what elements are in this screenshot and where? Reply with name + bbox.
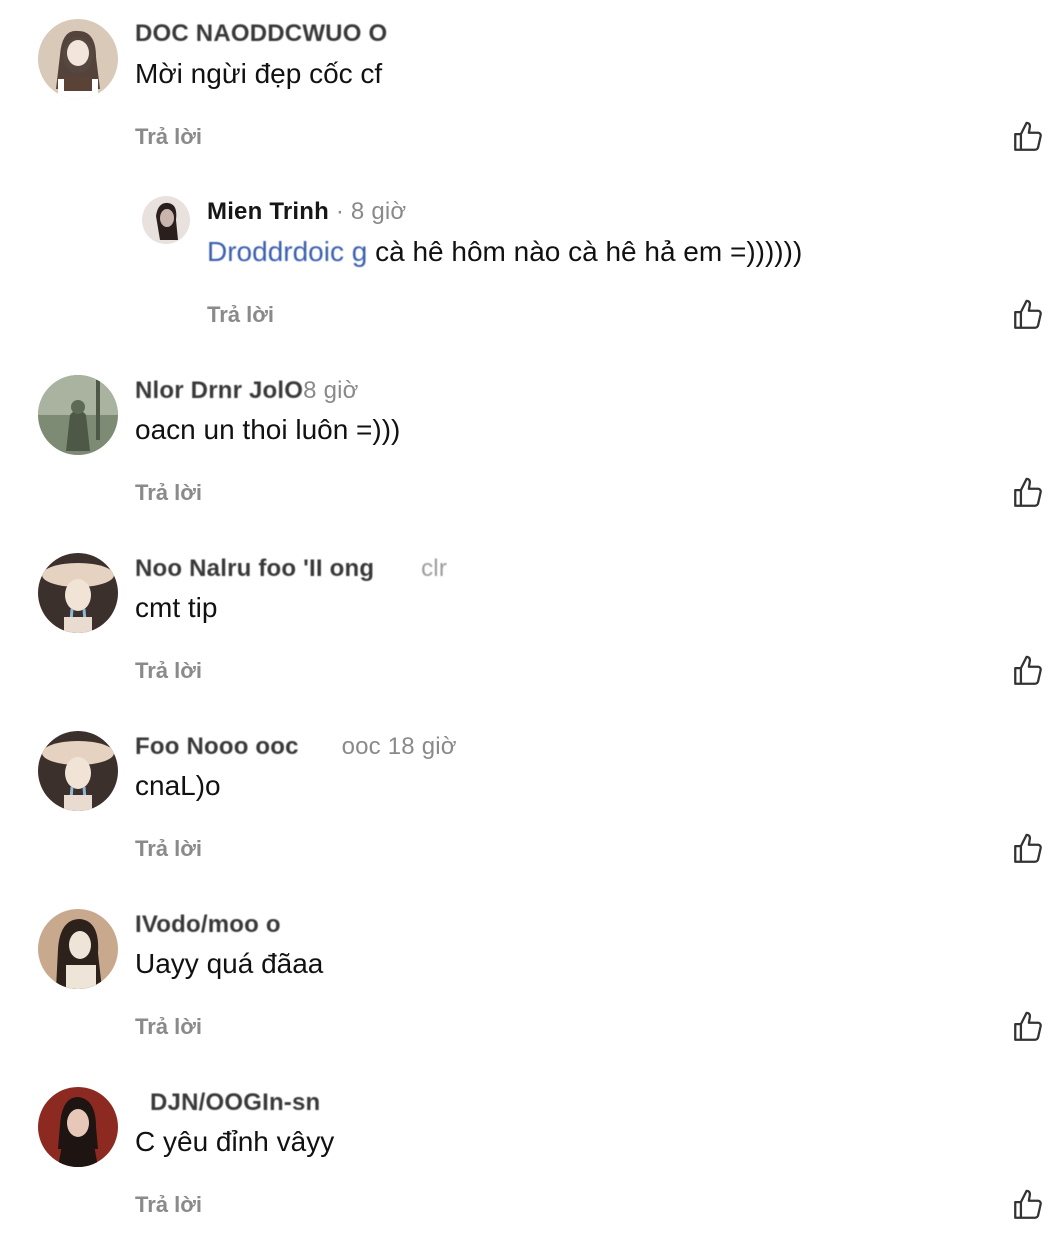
thumbs-up-icon <box>1014 833 1042 863</box>
reply-button[interactable]: Trả lời <box>207 302 274 328</box>
mention-link[interactable]: Droddrdoic g <box>207 236 367 267</box>
avatar[interactable] <box>38 375 118 455</box>
reply-button[interactable]: Trả lời <box>135 836 202 862</box>
commenter-name[interactable]: DOC NAODDCWUO O <box>135 20 387 48</box>
comment-text: cmt tip <box>135 592 218 623</box>
thumbs-up-icon <box>1014 121 1042 151</box>
comment-text: oacn un thoi luôn =))) <box>135 414 401 445</box>
reply-button[interactable]: Trả lời <box>135 1192 202 1218</box>
comment-text: cnaL)o <box>135 770 221 801</box>
comment-text: Mời ngừi đẹp cốc cf <box>135 58 383 89</box>
comment-text: Droddrdoic g cà hê hôm nào cà hê hả em =… <box>207 236 802 268</box>
comment-time: ooc 18 giờ <box>341 733 457 760</box>
commenter-name-text: Nlor Drnr JolO <box>135 377 304 404</box>
commenter-name[interactable]: Nlor Drnr JolO8 giờ <box>135 377 359 405</box>
commenter-name-text: DOC NAODDCWUO O <box>135 20 388 47</box>
thumbs-up-icon <box>1014 655 1042 685</box>
reply-button[interactable]: Trả lời <box>135 124 202 150</box>
commenter-name[interactable]: Foo Nooo ooc ooc 18 giờ <box>135 733 457 761</box>
like-button[interactable] <box>1011 120 1045 154</box>
commenter-name[interactable]: IVodo/moo o <box>135 911 281 939</box>
like-button[interactable] <box>1011 654 1045 688</box>
like-button[interactable] <box>1011 1010 1045 1044</box>
commenter-name-text: IVodo/moo o <box>135 911 281 938</box>
comment-text: Uayy quá đãaa <box>135 948 324 979</box>
commenter-name-text: Mien Trinh <box>207 198 329 225</box>
avatar[interactable] <box>38 909 118 989</box>
avatar[interactable] <box>38 731 118 811</box>
commenter-name-text: DJN/OOGIn-sn <box>150 1089 321 1116</box>
like-button[interactable] <box>1011 1188 1045 1222</box>
comment-time: 8 giờ <box>303 377 359 404</box>
comment-text-body: cà hê hôm nào cà hê hả em =)))))) <box>367 236 803 267</box>
comment-time: · 8 giờ <box>335 198 407 225</box>
like-button[interactable] <box>1011 832 1045 866</box>
commenter-name[interactable]: DJN/OOGIn-sn <box>150 1089 320 1117</box>
comment-text: C yêu đỉnh vâyy <box>135 1126 335 1157</box>
comment-time: clr <box>421 555 448 582</box>
thumbs-up-icon <box>1014 477 1042 507</box>
commenter-name[interactable]: Mien Trinh · 8 giờ <box>207 198 406 226</box>
like-button[interactable] <box>1011 476 1045 510</box>
thumbs-up-icon <box>1014 1011 1042 1041</box>
reply-button[interactable]: Trả lời <box>135 658 202 684</box>
reply-button[interactable]: Trả lời <box>135 480 202 506</box>
like-button[interactable] <box>1011 298 1045 332</box>
avatar[interactable] <box>142 196 190 244</box>
reply-button[interactable]: Trả lời <box>135 1014 202 1040</box>
commenter-name[interactable]: Noo Nalru foo 'II ong clr <box>135 555 447 583</box>
avatar[interactable] <box>38 553 118 633</box>
avatar[interactable] <box>38 19 118 99</box>
commenter-name-text: Noo Nalru foo 'II ong <box>135 555 375 582</box>
commenter-name-text: Foo Nooo ooc <box>135 733 299 760</box>
thumbs-up-icon <box>1014 1189 1042 1219</box>
avatar[interactable] <box>38 1087 118 1167</box>
thumbs-up-icon <box>1014 299 1042 329</box>
